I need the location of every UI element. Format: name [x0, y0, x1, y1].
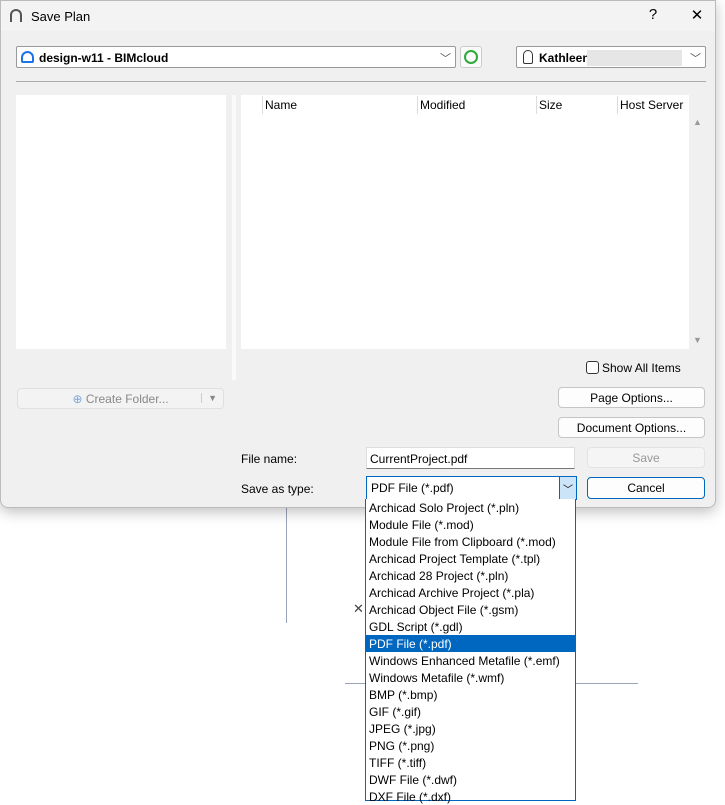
background-close-mark: ✕	[353, 601, 364, 616]
show-all-items-label: Show All Items	[602, 361, 681, 375]
type-option[interactable]: GDL Script (*.gdl)	[366, 618, 575, 635]
save-as-type-options[interactable]: Archicad Solo Project (*.pln) Module File…	[365, 499, 576, 804]
create-folder-label: Create Folder...	[85, 392, 169, 406]
scroll-up-arrow[interactable]: ▲	[693, 117, 702, 127]
dialog-title: Save Plan	[31, 9, 91, 24]
close-button[interactable]: ✕	[687, 6, 707, 24]
dropdown-arrow-icon[interactable]: ▼	[201, 393, 217, 403]
save-as-type-label: Save as type:	[241, 482, 314, 496]
help-button[interactable]: ?	[643, 6, 663, 23]
type-option[interactable]: Module File (*.mod)	[366, 516, 575, 533]
type-option[interactable]: Archicad Project Template (*.tpl)	[366, 550, 575, 567]
file-name-input[interactable]: CurrentProject.pdf	[366, 447, 575, 469]
type-option[interactable]: Archicad 28 Project (*.pln)	[366, 567, 575, 584]
column-size[interactable]: Size	[539, 98, 562, 112]
user-icon	[523, 50, 533, 64]
show-all-items-checkbox[interactable]	[586, 361, 599, 374]
save-as-type-value: PDF File (*.pdf)	[371, 481, 454, 495]
location-dropdown[interactable]: design-w11 - BIMcloud ﹀	[16, 46, 456, 68]
app-icon	[10, 9, 22, 22]
type-option[interactable]: Module File from Clipboard (*.mod)	[366, 533, 575, 550]
type-option[interactable]: GIF (*.gif)	[366, 703, 575, 720]
type-option[interactable]: TIFF (*.tiff)	[366, 754, 575, 771]
user-name: Kathleen	[539, 51, 590, 65]
type-option[interactable]: Archicad Solo Project (*.pln)	[366, 499, 575, 516]
page-options-button[interactable]: Page Options...	[558, 387, 705, 408]
type-option[interactable]: Archicad Object File (*.gsm)	[366, 601, 575, 618]
type-option[interactable]: Windows Metafile (*.wmf)	[366, 669, 575, 686]
user-dropdown[interactable]: Kathleen ﹀	[516, 46, 706, 68]
type-option[interactable]: JPEG (*.jpg)	[366, 720, 575, 737]
save-plan-dialog: Save Plan ? ✕ design-w11 - BIMcloud ﹀ Ka…	[0, 0, 716, 508]
cancel-button[interactable]: Cancel	[587, 477, 705, 499]
create-folder-button[interactable]: ⊕ Create Folder... ▼	[17, 388, 224, 409]
new-folder-icon: ⊕	[72, 392, 83, 406]
chevron-down-icon: ﹀	[440, 53, 451, 65]
type-option[interactable]: Windows Enhanced Metafile (*.emf)	[366, 652, 575, 669]
splitter[interactable]	[232, 95, 236, 380]
type-option[interactable]: BMP (*.bmp)	[366, 686, 575, 703]
refresh-button[interactable]	[460, 46, 482, 68]
redacted-blur	[587, 50, 682, 66]
divider	[16, 81, 706, 82]
scroll-down-arrow[interactable]: ▼	[693, 335, 702, 345]
column-modified[interactable]: Modified	[420, 98, 465, 112]
chevron-down-icon[interactable]: ﹀	[559, 477, 576, 499]
file-name-label: File name:	[241, 452, 298, 466]
save-button[interactable]: Save	[587, 447, 705, 468]
background-drawing-line	[286, 508, 287, 623]
location-value: design-w11 - BIMcloud	[39, 51, 169, 65]
type-option[interactable]: PNG (*.png)	[366, 737, 575, 754]
type-option[interactable]: DXF File (*.dxf)	[366, 788, 575, 805]
file-list[interactable]	[241, 95, 689, 349]
cloud-icon	[21, 51, 34, 63]
column-host-server[interactable]: Host Server	[620, 98, 683, 112]
folder-tree[interactable]	[16, 95, 226, 349]
type-option[interactable]: DWF File (*.dwf)	[366, 771, 575, 788]
type-option[interactable]: PDF File (*.pdf)	[366, 635, 575, 652]
document-options-button[interactable]: Document Options...	[558, 417, 705, 438]
save-as-type-dropdown[interactable]: PDF File (*.pdf) ﹀	[366, 476, 577, 500]
chevron-down-icon: ﹀	[690, 53, 701, 65]
refresh-icon	[464, 50, 478, 64]
type-option[interactable]: Archicad Archive Project (*.pla)	[366, 584, 575, 601]
column-name[interactable]: Name	[265, 98, 297, 112]
title-bar: Save Plan ? ✕	[1, 1, 715, 31]
